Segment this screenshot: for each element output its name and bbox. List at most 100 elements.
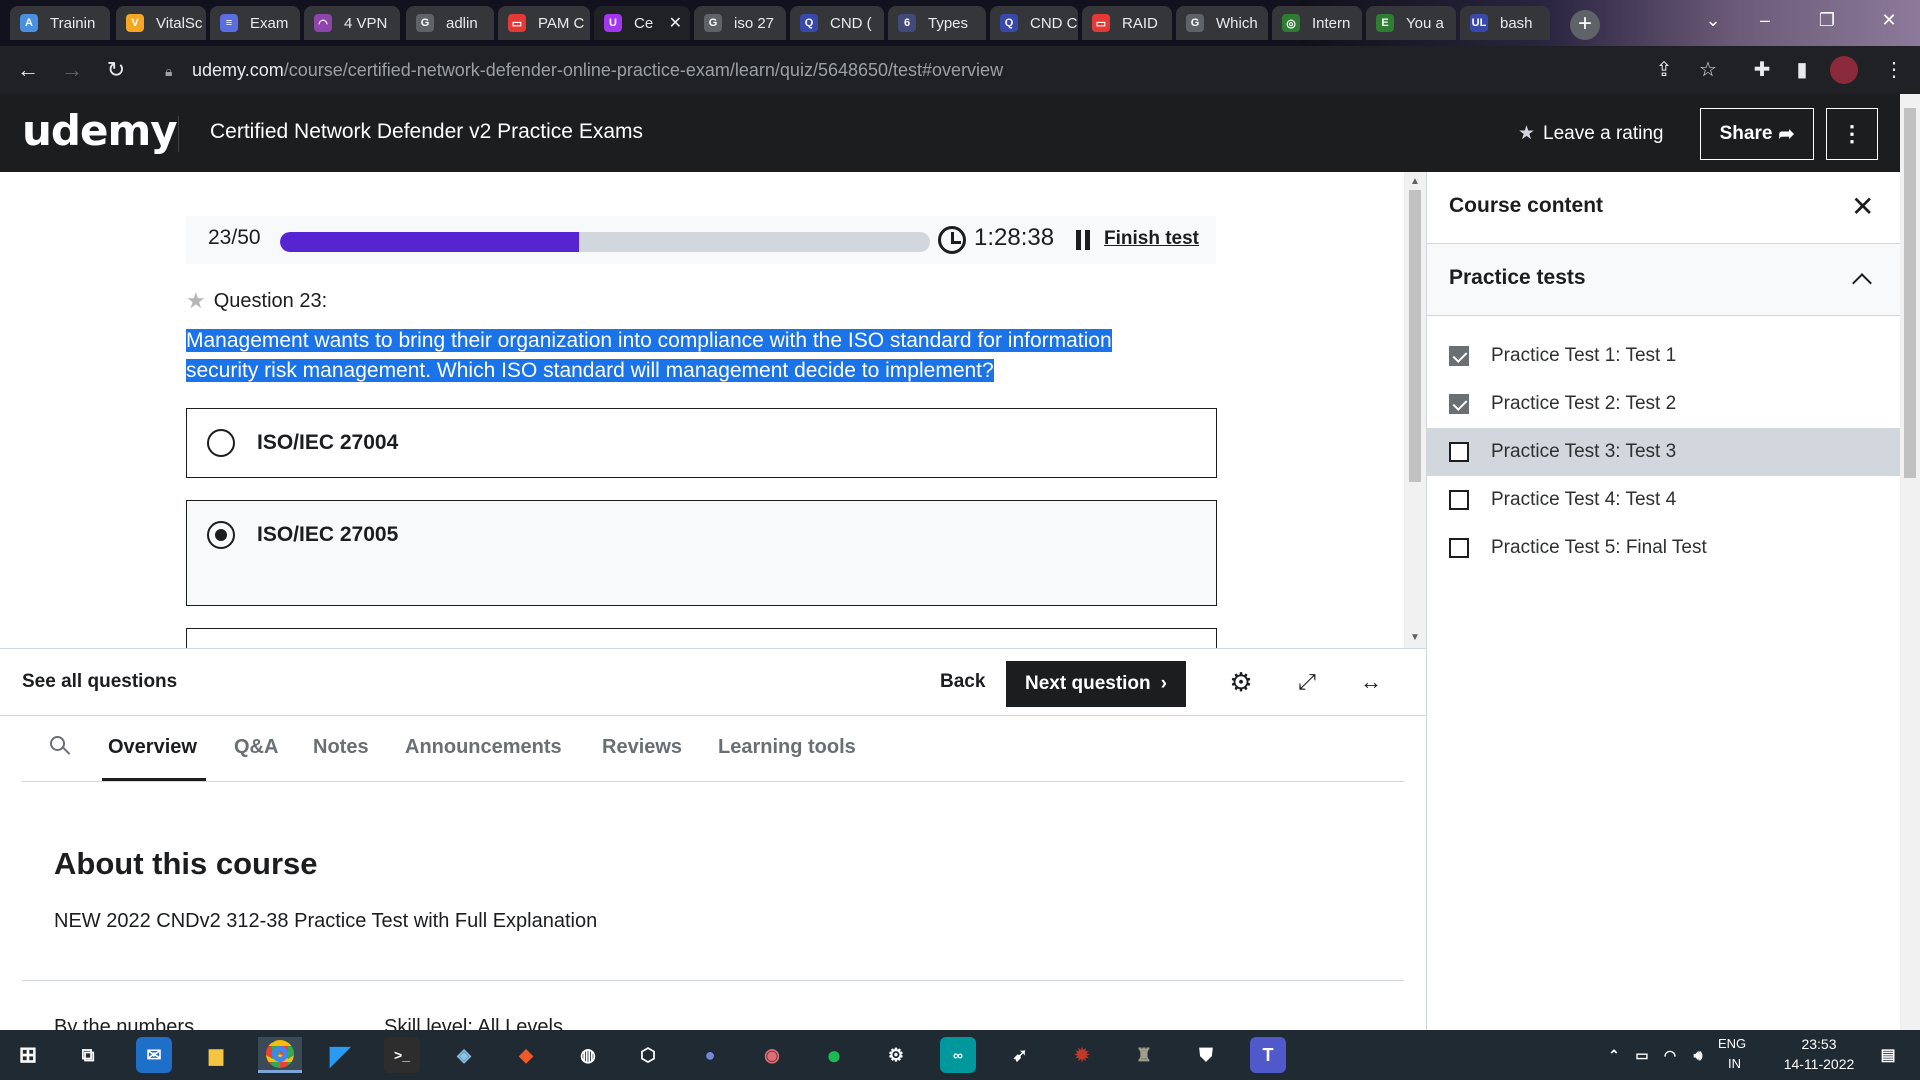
browser-tab[interactable]: ▭ RAID	[1082, 6, 1172, 40]
task-view-icon[interactable]: ⧉	[70, 1037, 106, 1073]
tab-close-icon[interactable]: ✕	[669, 13, 682, 33]
browser-tab[interactable]: E You a	[1366, 6, 1456, 40]
lock-icon[interactable]: 🔒︎	[165, 63, 177, 79]
sidebar-item[interactable]: Practice Test 4: Test 4	[1427, 476, 1901, 524]
answer-option-selected[interactable]: ISO/IEC 27005	[186, 500, 1217, 606]
browser-tab[interactable]: G Which	[1176, 6, 1268, 40]
answer-option[interactable]: ISO/IEC 27004	[186, 408, 1217, 478]
settings-gear-icon[interactable]: ⚙	[878, 1037, 914, 1073]
browser-tab[interactable]: Q CND (	[790, 6, 884, 40]
app-icon-feather[interactable]: ➹	[1002, 1037, 1038, 1073]
radio-button[interactable]	[207, 429, 235, 457]
settings-gear-icon[interactable]: ⚙	[1224, 665, 1258, 699]
completion-checkbox[interactable]	[1449, 346, 1469, 366]
share-button[interactable]: Share ➦	[1700, 108, 1814, 160]
notifications-icon[interactable]: ▤	[1870, 1037, 1906, 1073]
tab-notes[interactable]: Notes	[313, 736, 369, 759]
bookmark-star-icon[interactable]: ☆	[1692, 54, 1724, 86]
app-icon-game[interactable]: ♜	[1126, 1037, 1162, 1073]
tab-announcements[interactable]: Announcements	[405, 736, 562, 759]
maximize-button[interactable]: ❐	[1804, 4, 1850, 36]
browser-tab[interactable]: ▭ PAM C	[498, 6, 590, 40]
scroll-up-arrow[interactable]: ▲	[1409, 176, 1421, 188]
close-window-button[interactable]: ✕	[1866, 4, 1912, 36]
udemy-logo[interactable]: udemy	[22, 106, 178, 155]
tab-qa[interactable]: Q&A	[234, 736, 278, 759]
system-time[interactable]: 23:53	[1774, 1036, 1864, 1052]
browser-tab[interactable]: U Ce ✕	[594, 6, 690, 40]
profile-avatar[interactable]	[1830, 56, 1858, 84]
page-scrollbar[interactable]	[1900, 94, 1920, 1030]
tab-overview[interactable]: Overview	[108, 736, 197, 759]
sidebar-item[interactable]: Practice Test 5: Final Test	[1427, 524, 1901, 572]
address-bar[interactable]: udemy.com/course/certified-network-defen…	[150, 52, 1710, 88]
back-arrow-icon[interactable]: ←	[12, 54, 44, 86]
tab-learning-tools[interactable]: Learning tools	[718, 736, 856, 759]
browser-tab[interactable]: ◠ 4 VPN	[304, 6, 400, 40]
terminal-icon[interactable]: >_	[384, 1037, 420, 1073]
discord-icon[interactable]: ●	[692, 1037, 728, 1073]
bookmark-star-icon[interactable]: ★	[186, 288, 206, 314]
input-region[interactable]: IN	[1728, 1056, 1741, 1071]
browser-tab[interactable]: A Trainin	[10, 6, 110, 40]
browser-tab[interactable]: ◎ Intern	[1272, 6, 1362, 40]
finish-test-button[interactable]: Finish test	[1104, 228, 1199, 250]
browser-tab[interactable]: UL bash	[1460, 6, 1550, 40]
app-icon-shield[interactable]: ⛊	[1188, 1037, 1224, 1073]
browser-tab[interactable]: Gadlin	[406, 6, 494, 40]
arduino-icon[interactable]: ∞	[940, 1037, 976, 1073]
back-button[interactable]: Back	[940, 671, 985, 693]
windows-start-icon[interactable]: ⊞	[10, 1037, 46, 1073]
completion-checkbox[interactable]	[1449, 538, 1469, 558]
tab-reviews[interactable]: Reviews	[602, 736, 682, 759]
virtualbox-icon[interactable]: ⬡	[630, 1037, 666, 1073]
file-explorer-icon[interactable]: ▆	[198, 1037, 234, 1073]
search-icon[interactable]	[50, 736, 72, 758]
reload-icon[interactable]: ↻	[100, 54, 132, 86]
chevron-down-icon[interactable]: ⌄	[1690, 4, 1736, 36]
sidebar-item[interactable]: Practice Test 1: Test 1	[1427, 332, 1901, 380]
browser-menu-icon[interactable]: ⋮	[1878, 54, 1910, 86]
spotify-icon[interactable]: ●	[816, 1037, 852, 1073]
minimize-button[interactable]: –	[1742, 4, 1788, 36]
completion-checkbox[interactable]	[1449, 490, 1469, 510]
sidebar-item[interactable]: Practice Test 2: Test 2	[1427, 380, 1901, 428]
input-language[interactable]: ENG	[1718, 1036, 1746, 1051]
app-icon-eye[interactable]: ◈	[446, 1037, 482, 1073]
browser-tab[interactable]: ≡ Exam	[210, 6, 300, 40]
extensions-icon[interactable]: ✚	[1746, 54, 1778, 86]
close-icon[interactable]: ✕	[1851, 190, 1874, 223]
browser-tab[interactable]: Giso 27	[694, 6, 786, 40]
answer-option-partial[interactable]	[186, 628, 1217, 648]
sidebar-item[interactable]: Practice Test 3: Test 3	[1427, 428, 1901, 476]
app-icon-red[interactable]: ✹	[1064, 1037, 1100, 1073]
share-page-icon[interactable]: ⇪	[1648, 54, 1680, 86]
more-options-button[interactable]: ⋮	[1826, 108, 1878, 160]
system-date[interactable]: 14-11-2022	[1774, 1056, 1864, 1072]
next-question-button[interactable]: Next question ›	[1006, 661, 1186, 707]
scrollbar-thumb[interactable]	[1904, 108, 1916, 478]
app-icon-ring[interactable]: ◍	[570, 1037, 606, 1073]
leave-rating-button[interactable]: ★ Leave a rating	[1518, 122, 1663, 145]
chrome-icon[interactable]	[258, 1037, 302, 1073]
browser-tab[interactable]: V VitalSc	[116, 6, 206, 40]
course-title[interactable]: Certified Network Defender v2 Practice E…	[210, 120, 643, 144]
teams-icon[interactable]: T	[1250, 1037, 1286, 1073]
git-icon[interactable]: ◆	[508, 1037, 544, 1073]
completion-checkbox[interactable]	[1449, 442, 1469, 462]
quiz-scrollbar[interactable]: ▲ ▼	[1404, 172, 1426, 648]
new-tab-button[interactable]: +	[1570, 10, 1600, 40]
radio-button-selected[interactable]	[207, 521, 235, 549]
expand-width-icon[interactable]: ↔	[1354, 665, 1388, 699]
scrollbar-thumb[interactable]	[1409, 190, 1421, 482]
browser-tab[interactable]: Q CND C	[990, 6, 1078, 40]
scroll-down-arrow[interactable]: ▼	[1409, 632, 1421, 644]
completion-checkbox[interactable]	[1449, 394, 1469, 414]
volume-icon[interactable]: 🔊︎	[1680, 1037, 1716, 1073]
vscode-icon[interactable]: ◤	[322, 1037, 358, 1073]
fullscreen-icon[interactable]: ⤢	[1290, 665, 1324, 699]
section-header[interactable]: Practice tests	[1427, 244, 1901, 316]
see-all-questions-button[interactable]: See all questions	[22, 671, 177, 693]
mail-icon[interactable]: ✉	[136, 1037, 172, 1073]
pause-button[interactable]	[1074, 230, 1092, 250]
